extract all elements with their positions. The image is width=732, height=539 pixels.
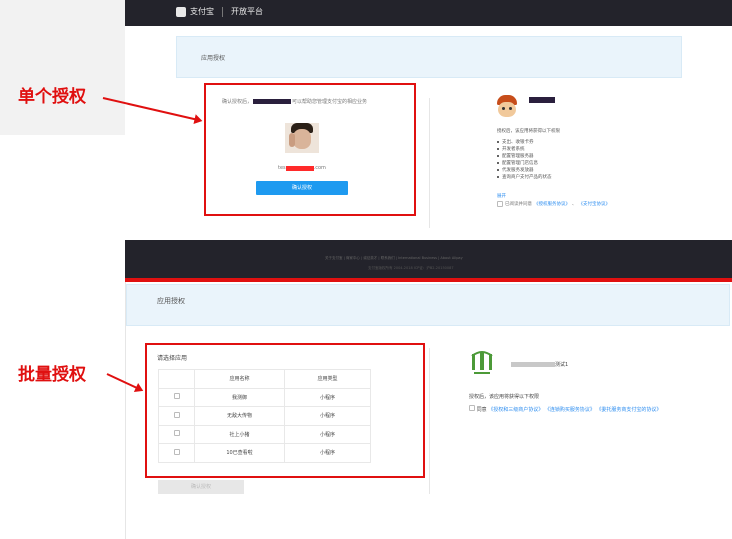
app-type-cell: 小程序 bbox=[284, 387, 371, 407]
table-row[interactable]: 我测御 小程序 bbox=[158, 387, 371, 407]
table-row[interactable]: 10已查看啦 小程序 bbox=[158, 443, 371, 463]
desc-prefix: 确认授权后， bbox=[222, 99, 253, 105]
app-table: 应用名称 应用类型 我测御 小程序 无敌大传物 小程序 社上小猪 小程序 10已… bbox=[158, 369, 371, 463]
bottom-card-title: 应用授权 bbox=[157, 297, 185, 305]
expand-link[interactable]: 展开 bbox=[497, 193, 506, 199]
agreement-link[interactable]: 《委托服务商支付宝的协议》 bbox=[596, 407, 661, 413]
agreement-separator: 、 bbox=[572, 202, 577, 207]
agree-checkbox[interactable] bbox=[469, 405, 475, 411]
agreement-line: 已阅读并同意 《授权服务协议》 、 《支付宝协议》 bbox=[497, 201, 610, 207]
app-type-cell: 小程序 bbox=[284, 424, 371, 444]
brand-divider bbox=[222, 6, 223, 17]
app-name-suffix: 测试1 bbox=[555, 362, 569, 368]
redacted-app-title bbox=[529, 97, 555, 103]
bullet-icon bbox=[497, 161, 499, 164]
bullet-icon bbox=[497, 154, 499, 157]
top-divider bbox=[429, 98, 430, 228]
brand-name: 支付宝 bbox=[190, 7, 214, 16]
permission-item: 配置管理门店信息 bbox=[497, 159, 552, 166]
permission-item: 代发服务发放器 bbox=[497, 166, 552, 173]
bottom-divider bbox=[429, 348, 430, 494]
permission-item: 查询商户支付产品的状态 bbox=[497, 173, 552, 180]
blurred-app-name bbox=[511, 362, 555, 367]
agreement-link[interactable]: 《授权和三级商户协议》 bbox=[488, 407, 543, 413]
portal-name: 开放平台 bbox=[231, 7, 263, 16]
row-checkbox[interactable] bbox=[173, 448, 180, 455]
desc-suffix: 可以帮助您管理支付宝的相应业务 bbox=[292, 99, 368, 105]
bullet-icon bbox=[497, 140, 499, 143]
batch-confirm-button[interactable]: 确认授权 bbox=[158, 480, 244, 494]
user-avatar bbox=[285, 123, 319, 153]
bullet-icon bbox=[497, 175, 499, 178]
top-card-header: 应用授权 bbox=[176, 36, 682, 78]
permission-item: 开发者系统 bbox=[497, 145, 552, 152]
confirm-auth-button[interactable]: 确认授权 bbox=[256, 181, 348, 195]
permission-item: 配置管理服务器 bbox=[497, 152, 552, 159]
footer-copyright: 支付宝版权所有 2004-2018 ICP证：沪B2-20150087 bbox=[368, 266, 454, 270]
agree-label: 已阅读并同意 bbox=[505, 202, 532, 207]
alipay-logo-icon bbox=[176, 6, 186, 17]
app-type-cell: 小程序 bbox=[284, 443, 371, 463]
auth-description: 确认授权后， 可以帮助您管理支付宝的相应业务 bbox=[222, 98, 367, 105]
row-checkbox[interactable] bbox=[173, 430, 180, 437]
agree-label: 同意 bbox=[476, 407, 487, 413]
agreement-link[interactable]: 《授权服务协议》 bbox=[534, 201, 570, 207]
app-type-cell: 小程序 bbox=[284, 406, 371, 426]
bottom-agreement: 同意 《授权和三级商户协议》 《连锁购买服务协议》 《委托服务商支付宝的协议》 bbox=[469, 405, 725, 414]
agree-checkbox[interactable] bbox=[497, 201, 503, 207]
single-auth-annotation: 单个授权 bbox=[18, 87, 86, 107]
top-card-title: 应用授权 bbox=[201, 55, 226, 62]
app-logo bbox=[495, 95, 519, 119]
bottom-card-header: 应用授权 bbox=[126, 284, 730, 326]
app-name-line: 测试1 bbox=[511, 361, 568, 368]
bullet-icon bbox=[497, 147, 499, 150]
row-checkbox[interactable] bbox=[173, 393, 180, 400]
app-name-cell: 社上小猪 bbox=[194, 424, 285, 444]
agreement-link[interactable]: 《支付宝协议》 bbox=[579, 201, 611, 207]
perms-title: 授权后，该应用将获得以下权限 bbox=[497, 129, 560, 134]
bullet-icon bbox=[497, 168, 499, 171]
account-prefix: tes bbox=[278, 165, 286, 171]
table-row[interactable]: 社上小猪 小程序 bbox=[158, 424, 371, 444]
app-name-cell: 我测御 bbox=[194, 387, 285, 407]
account-suffix: .com bbox=[313, 165, 326, 171]
account-line: tes .com bbox=[278, 165, 326, 171]
agreement-link[interactable]: 《连锁购买服务协议》 bbox=[545, 407, 595, 413]
app-name-cell: 无敌大传物 bbox=[194, 406, 285, 426]
table-header-row: 应用名称 应用类型 bbox=[158, 369, 371, 389]
select-app-label: 请选择应用 bbox=[157, 355, 188, 362]
footer-links[interactable]: 关于支付宝 | 商家中心 | 诚征英才 | 联系我们 | Internation… bbox=[325, 256, 463, 261]
brand[interactable]: 支付宝 开放平台 bbox=[176, 6, 263, 17]
bottom-perms-text: 授权后，该应用将获得以下权限 bbox=[469, 394, 540, 400]
col-type-header: 应用类型 bbox=[284, 369, 371, 389]
redacted-account bbox=[285, 165, 314, 171]
page-footer: 关于支付宝 | 商家中心 | 诚征英才 | 联系我们 | Internation… bbox=[125, 240, 732, 278]
batch-auth-annotation: 批量授权 bbox=[18, 365, 86, 385]
permission-list: 支出、收银卡券 开发者系统 配置管理服务器 配置管理门店信息 代发服务发放器 查… bbox=[497, 138, 552, 180]
permission-item: 支出、收银卡券 bbox=[497, 138, 552, 145]
app-name-cell: 10已查看啦 bbox=[194, 443, 285, 463]
row-checkbox[interactable] bbox=[173, 411, 180, 418]
left-background bbox=[0, 0, 125, 135]
table-row[interactable]: 无敌大传物 小程序 bbox=[158, 406, 371, 426]
app-logo bbox=[469, 350, 495, 376]
section-separator bbox=[125, 278, 732, 282]
col-name-header: 应用名称 bbox=[194, 369, 285, 389]
redacted-app-name bbox=[253, 99, 292, 104]
